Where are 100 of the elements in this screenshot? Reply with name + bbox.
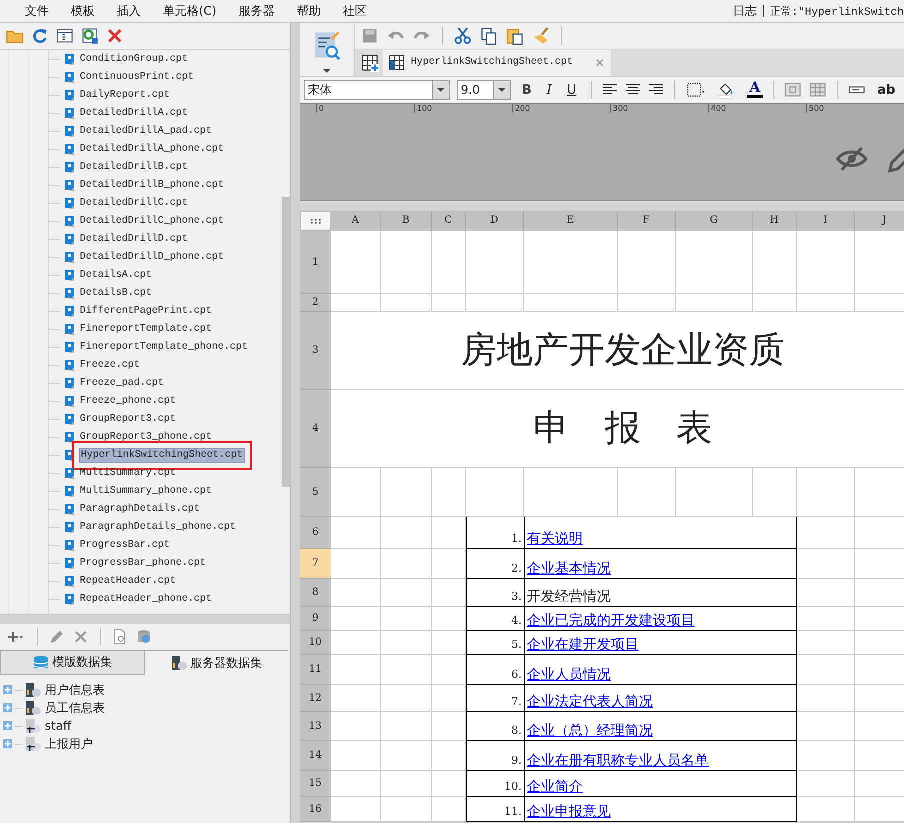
column-header[interactable]: G — [676, 211, 753, 231]
row-header[interactable]: 3 — [300, 312, 331, 390]
font-color-button[interactable]: A — [746, 82, 764, 98]
select-all-button[interactable] — [300, 211, 331, 231]
expand-icon[interactable] — [3, 739, 13, 749]
tree-item[interactable]: ContinuousPrint.cpt — [79, 70, 196, 84]
tree-item[interactable]: Freeze_pad.cpt — [79, 376, 166, 390]
tree-item[interactable]: DetailedDrillC_phone.cpt — [79, 214, 226, 228]
column-header[interactable]: C — [432, 211, 466, 231]
border-icon[interactable] — [684, 82, 707, 98]
tree-item[interactable]: DetailedDrillA.cpt — [79, 106, 190, 120]
tree-item[interactable]: GroupReport3.cpt — [79, 412, 178, 426]
tree-item[interactable]: ProgressBar_phone.cpt — [79, 556, 208, 570]
column-header[interactable]: A — [331, 211, 381, 231]
row-header[interactable]: 9 — [300, 607, 331, 631]
tree-item[interactable]: ConditionGroup.cpt — [79, 52, 190, 66]
expand-icon[interactable] — [3, 703, 13, 713]
column-header[interactable]: F — [618, 211, 676, 231]
row-header[interactable]: 11 — [300, 655, 331, 685]
tree-item[interactable]: Freeze.cpt — [79, 358, 142, 372]
tree-item[interactable]: FinereportTemplate.cpt — [79, 322, 214, 336]
tree-item[interactable]: staff — [45, 719, 72, 733]
menu-item[interactable]: 服务器 — [228, 0, 286, 22]
tree-item[interactable]: ParagraphDetails.cpt — [79, 502, 202, 516]
menu-item[interactable]: 帮助 — [286, 0, 332, 22]
column-header[interactable]: E — [524, 211, 618, 231]
add-icon[interactable] — [6, 629, 26, 645]
expand-icon[interactable] — [3, 685, 13, 695]
expand-icon[interactable] — [3, 721, 13, 731]
row-header[interactable]: 10 — [300, 631, 331, 655]
column-header[interactable]: J — [855, 211, 904, 231]
menu-item[interactable]: 社区 — [332, 0, 378, 22]
tree-item[interactable]: RepeatHeader.cpt — [79, 574, 178, 588]
tree-item[interactable]: Freeze_phone.cpt — [79, 394, 178, 408]
row-header[interactable]: 14 — [300, 741, 331, 771]
close-icon[interactable] — [106, 27, 124, 45]
tree-item[interactable]: DetailedDrillB.cpt — [79, 160, 190, 174]
database-icon[interactable] — [136, 629, 152, 645]
tree-item[interactable]: 上报用户 — [45, 736, 93, 752]
hyperlink[interactable]: 企业基本情况 — [527, 561, 611, 578]
tree-item[interactable]: RepeatHeader_phone.cpt — [79, 592, 214, 606]
column-header[interactable]: D — [466, 211, 524, 231]
save-icon[interactable] — [361, 27, 379, 45]
row-header[interactable]: 4 — [300, 390, 331, 468]
tree-item[interactable]: MultiSummary.cpt — [79, 466, 178, 480]
row-header[interactable]: 7 — [300, 549, 331, 579]
scrollbar-thumb[interactable] — [282, 197, 290, 487]
close-icon[interactable] — [595, 58, 605, 68]
row-header[interactable]: 15 — [300, 771, 331, 797]
tree-item[interactable]: 用户信息表 — [45, 682, 105, 698]
tree-item[interactable]: ProgressBar.cpt — [79, 538, 172, 552]
tree-item[interactable]: DailyReport.cpt — [79, 88, 172, 102]
tree-item[interactable]: FinereportTemplate_phone.cpt — [79, 340, 250, 354]
row-header[interactable]: 1 — [300, 231, 331, 294]
brush-icon[interactable] — [532, 27, 550, 45]
refresh-icon[interactable] — [31, 27, 49, 45]
scissors-icon[interactable] — [454, 27, 472, 45]
close-icon[interactable] — [73, 629, 89, 645]
paste-icon[interactable] — [506, 27, 524, 45]
tree-item[interactable]: GroupReport3_phone.cpt — [79, 430, 214, 444]
row-header[interactable]: 2 — [300, 294, 331, 312]
row-header[interactable]: 6 — [300, 517, 331, 549]
menu-item[interactable]: 模板 — [60, 0, 106, 22]
tree-item[interactable]: DetailedDrillC.cpt — [79, 196, 190, 210]
column-header[interactable]: I — [797, 211, 855, 231]
copy-icon[interactable] — [480, 27, 498, 45]
grid-icon[interactable] — [809, 81, 828, 99]
log-link[interactable]: 日志 — [732, 2, 757, 20]
column-header[interactable]: B — [381, 211, 432, 231]
dataset-tab[interactable]: 模版数据集 — [0, 651, 145, 675]
tree-item[interactable]: DetailsB.cpt — [79, 286, 154, 300]
menu-item[interactable]: 单元格(C) — [152, 0, 228, 22]
tree-item[interactable]: DetailedDrillB_phone.cpt — [79, 178, 226, 192]
tree-item[interactable]: DifferentPagePrint.cpt — [79, 304, 214, 318]
preview-icon[interactable] — [112, 629, 128, 645]
insert-text-button[interactable]: ab — [873, 82, 900, 98]
tree-item[interactable]: MultiSummary_phone.cpt — [79, 484, 214, 498]
merge-cells-icon[interactable] — [784, 81, 802, 99]
dataset-tab[interactable]: 服务器数据集 — [145, 651, 288, 675]
italic-button[interactable]: I — [542, 82, 556, 98]
menu-item[interactable]: 插入 — [106, 0, 152, 22]
tree-item[interactable]: DetailsA.cpt — [79, 268, 154, 282]
caret-icon[interactable] — [323, 69, 331, 73]
window-icon[interactable] — [56, 27, 74, 45]
column-header[interactable]: H — [753, 211, 797, 231]
new-sheet-icon[interactable] — [361, 54, 379, 72]
tree-item[interactable]: DetailedDrillA_phone.cpt — [79, 142, 226, 156]
underline-button[interactable]: U — [563, 82, 581, 98]
tree-item[interactable]: 员工信息表 — [45, 700, 105, 716]
document-tab[interactable]: HyperlinkSwitchingSheet.cpt — [383, 50, 611, 76]
tree-item[interactable]: ParagraphDetails_phone.cpt — [79, 520, 238, 534]
pencil-icon[interactable] — [49, 629, 65, 645]
row-header[interactable]: 5 — [300, 468, 331, 517]
row-header[interactable]: 12 — [300, 685, 331, 712]
row-header[interactable]: 8 — [300, 579, 331, 607]
hyperlink[interactable]: 企业人员情况 — [527, 667, 611, 684]
tree-item[interactable]: DetailedDrillA_pad.cpt — [79, 124, 214, 138]
tree-item[interactable]: DetailedDrillD.cpt — [79, 232, 190, 246]
row-header[interactable]: 16 — [300, 797, 331, 822]
row-header[interactable]: 13 — [300, 712, 331, 741]
